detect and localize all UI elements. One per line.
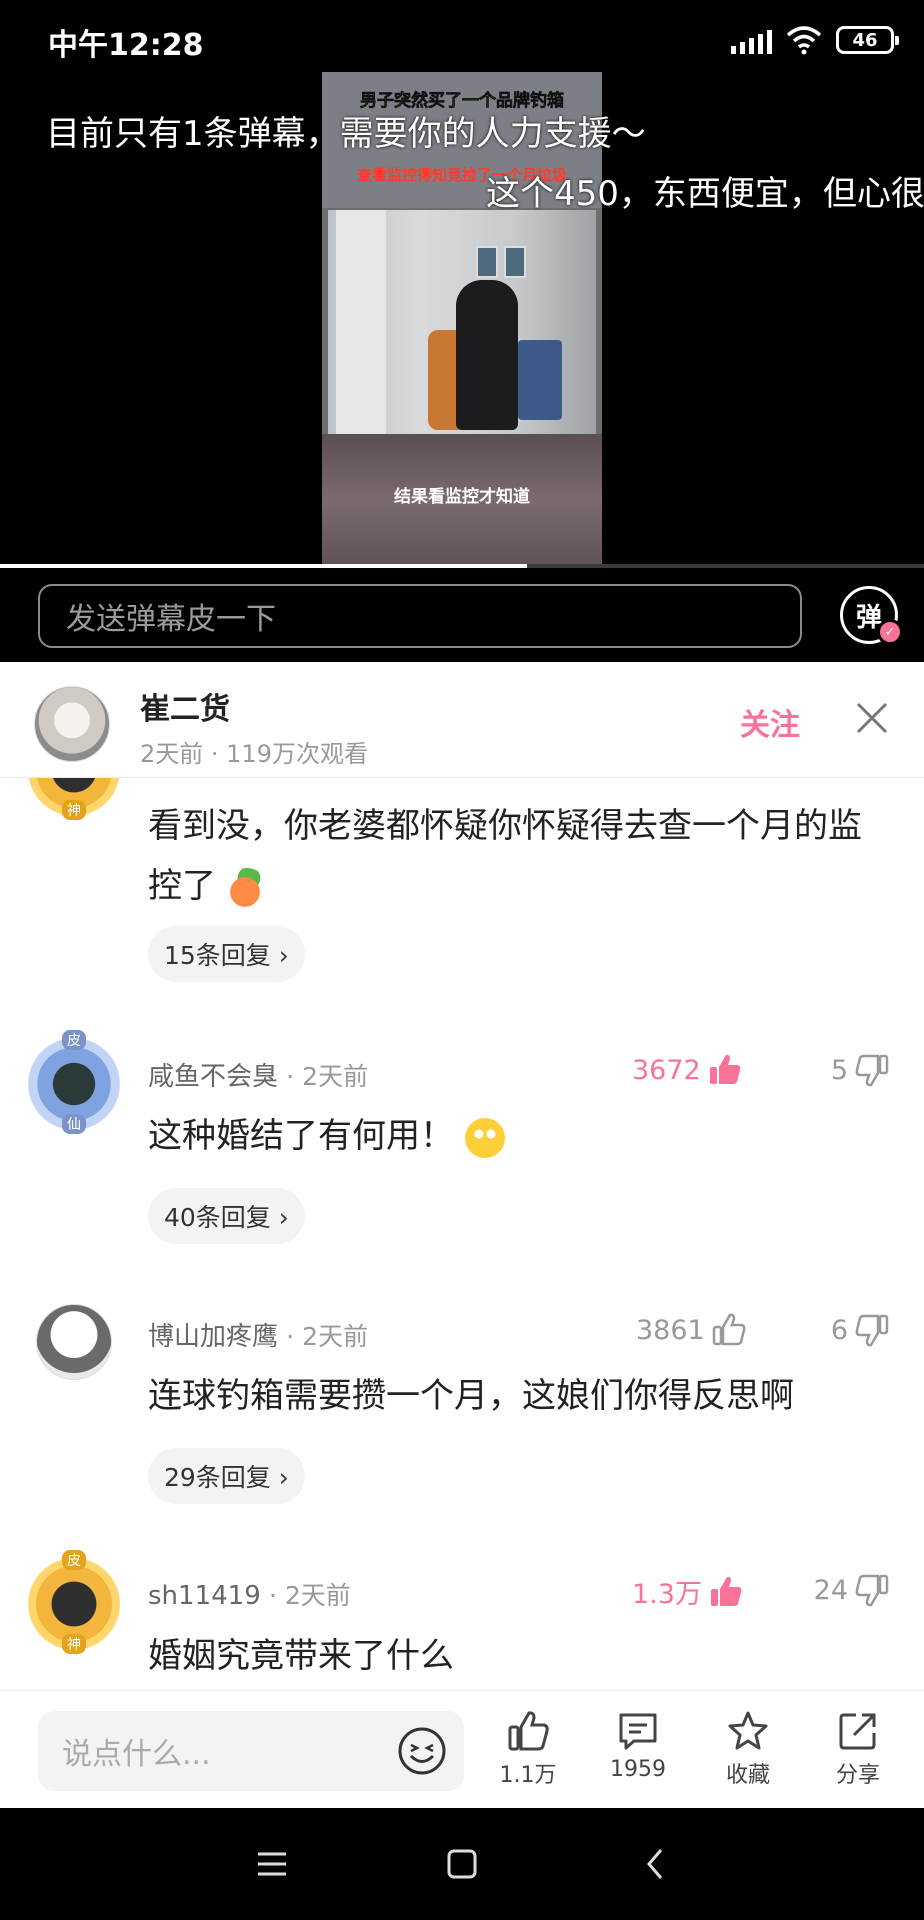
system-nav-bar xyxy=(0,1808,924,1920)
menu-icon[interactable] xyxy=(250,1842,294,1886)
user-avatar[interactable]: 皮 神 xyxy=(28,1550,120,1654)
video-scene xyxy=(328,210,596,434)
view-replies-button[interactable]: 15条回复 › xyxy=(148,926,305,982)
comment-time: · 2天前 xyxy=(286,1322,369,1351)
comment-input[interactable]: 说点什么... xyxy=(38,1711,464,1791)
comment-text: 婚姻究竟带来了什么 xyxy=(148,1636,454,1676)
video-progress-bar[interactable] xyxy=(0,564,924,568)
danmaku-message: 这个450，东西便宜，但心很 xyxy=(486,174,924,214)
like-count: 1.3万 xyxy=(632,1579,702,1610)
video-progress-fill xyxy=(0,564,527,568)
video-caption: 结果看监控才知道 xyxy=(394,487,530,507)
comment-username[interactable]: sh11419 xyxy=(148,1581,261,1611)
status-icons: 46 xyxy=(731,22,899,58)
scene-door xyxy=(336,210,386,434)
user-avatar[interactable]: 神 xyxy=(28,778,120,820)
danmaku-message: 目前只有1条弹幕，需要你的人力支援～ xyxy=(46,114,646,154)
favorite-button[interactable]: 收藏 xyxy=(698,1709,798,1789)
star-icon xyxy=(728,1711,768,1750)
like-count: 3672 xyxy=(632,1054,701,1086)
comment-dislike-button[interactable]: 6 xyxy=(831,1312,890,1348)
avatar-badge: 神 xyxy=(62,800,86,820)
favorite-label: 收藏 xyxy=(725,1763,770,1788)
share-button[interactable]: 分享 xyxy=(808,1709,908,1789)
comment-like-button[interactable]: 3672 xyxy=(632,1052,743,1088)
thumbs-down-icon xyxy=(855,1574,889,1607)
danmaku-input[interactable]: 发送弹幕皮一下 xyxy=(38,584,802,648)
home-icon[interactable] xyxy=(440,1842,484,1886)
thumbs-up-filled-icon xyxy=(709,1054,740,1084)
comment-dislike-button[interactable]: 5 xyxy=(831,1052,890,1088)
author-row: 崔二货 2天前 · 119万次观看 关注 xyxy=(0,662,924,778)
comment-text: 连球钓箱需要攒一个月，这娘们你得反思啊 xyxy=(148,1376,794,1416)
thumbs-up-filled-icon xyxy=(710,1576,742,1606)
comment-user-line: 博山加疼鹰 · 2天前 xyxy=(148,1316,368,1353)
comment-time: · 2天前 xyxy=(269,1581,351,1610)
check-icon: ✓ xyxy=(877,619,903,645)
comment-icon xyxy=(619,1713,657,1750)
comment-item: 博山加疼鹰 · 2天前 3861 6 连球钓箱需要攒一个月，这娘们你得反思啊 2… xyxy=(0,1298,924,1558)
surprised-emoji-icon xyxy=(464,1117,505,1158)
comment-user-line: 咸鱼不会臭 · 2天前 xyxy=(148,1056,368,1093)
user-avatar[interactable] xyxy=(36,1304,112,1380)
scene-sign xyxy=(476,246,498,278)
comment-time: · 2天前 xyxy=(286,1062,369,1091)
thumbs-down-icon xyxy=(855,1314,889,1347)
comment-video-button[interactable]: 1959 xyxy=(588,1709,688,1782)
comment-text: 看到没，你老婆都怀疑你怀疑得去查一个月的监控了 xyxy=(148,796,868,916)
like-count: 3861 xyxy=(636,1314,705,1346)
avatar-badge: 皮 xyxy=(62,1550,86,1570)
video-player[interactable]: 中午12:28 46 男子突然买了一个品牌钓箱 查看监控得知竟捡了一个月垃圾 结… xyxy=(0,0,924,662)
comment-dislike-button[interactable]: 24 xyxy=(814,1572,890,1608)
fruit-emoji-icon xyxy=(226,867,267,908)
thumbs-up-icon xyxy=(712,1313,746,1346)
scene-sign xyxy=(504,246,526,278)
video-meta: 2天前 · 119万次观看 xyxy=(140,740,368,768)
share-icon xyxy=(839,1713,876,1750)
comment-like-button[interactable]: 3861 xyxy=(636,1312,747,1348)
avatar-badge: 神 xyxy=(62,1634,86,1654)
dislike-count: 24 xyxy=(813,1574,848,1606)
scene-person xyxy=(456,280,518,430)
comment-username[interactable]: 咸鱼不会臭 xyxy=(148,1062,278,1092)
emoji-picker-icon[interactable] xyxy=(396,1725,448,1777)
thumbs-down-icon xyxy=(855,1054,889,1087)
comment-item: 皮 神 sh11419 · 2天前 1.3万 24 婚姻究竟带来了什么 xyxy=(0,1550,924,1690)
close-icon[interactable] xyxy=(852,698,892,738)
bottom-action-bar: 说点什么... 1.1万 1959 收藏 分享 xyxy=(0,1690,924,1808)
comment-count: 1959 xyxy=(610,1757,666,1782)
comment-item: 皮 仙 咸鱼不会臭 · 2天前 3672 5 这种婚结了有何用！ 40条回复 › xyxy=(0,1030,924,1298)
comment-list[interactable]: 神 看到没，你老婆都怀疑你怀疑得去查一个月的监控了 15条回复 › 皮 仙 咸鱼… xyxy=(0,778,924,1690)
like-video-count: 1.1万 xyxy=(499,1763,557,1788)
status-bar: 中午12:28 46 xyxy=(0,0,924,78)
scene-bin xyxy=(518,340,562,420)
danmaku-toggle-button[interactable]: 弹 ✓ xyxy=(840,586,903,645)
comment-username[interactable]: 博山加疼鹰 xyxy=(148,1322,278,1352)
dislike-count: 5 xyxy=(830,1054,848,1086)
status-time: 中午12:28 xyxy=(48,28,204,63)
follow-button[interactable]: 关注 xyxy=(740,700,800,744)
dislike-count: 6 xyxy=(830,1314,848,1346)
view-replies-button[interactable]: 40条回复 › xyxy=(148,1188,305,1244)
comment-text: 这种婚结了有何用！ xyxy=(148,1106,868,1166)
cellular-signal-icon xyxy=(731,26,772,54)
comment-input-placeholder: 说点什么... xyxy=(62,1737,211,1772)
back-icon[interactable] xyxy=(634,1842,678,1886)
author-avatar[interactable] xyxy=(34,686,110,762)
author-name[interactable]: 崔二货 xyxy=(140,684,230,728)
comment-text-content: 这种婚结了有何用！ xyxy=(148,1116,454,1156)
comment-user-line: sh11419 · 2天前 xyxy=(148,1576,351,1612)
user-avatar[interactable]: 皮 仙 xyxy=(28,1030,120,1134)
like-video-button[interactable]: 1.1万 xyxy=(478,1709,578,1789)
wifi-icon xyxy=(786,26,822,55)
view-replies-button[interactable]: 29条回复 › xyxy=(148,1448,305,1504)
battery-icon: 46 xyxy=(836,26,899,54)
thumbs-up-icon xyxy=(508,1711,549,1751)
comment-like-button[interactable]: 1.3万 xyxy=(632,1572,744,1611)
comment-item: 神 看到没，你老婆都怀疑你怀疑得去查一个月的监控了 15条回复 › xyxy=(0,778,924,1014)
avatar-badge: 仙 xyxy=(62,1114,86,1134)
avatar-badge: 皮 xyxy=(62,1030,86,1050)
share-label: 分享 xyxy=(835,1763,880,1788)
